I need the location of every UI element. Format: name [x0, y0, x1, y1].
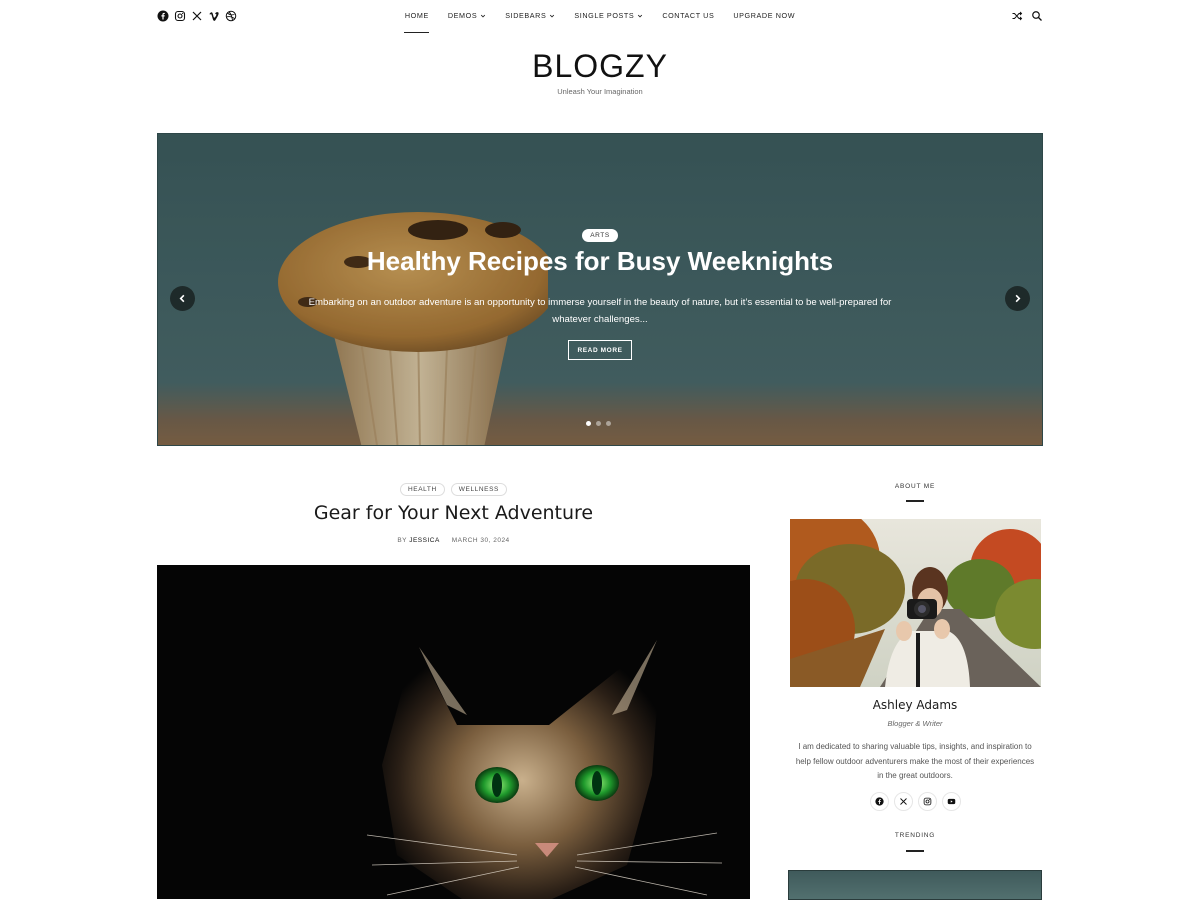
nav-single-posts[interactable]: Single Posts	[565, 11, 653, 20]
post-featured-image[interactable]	[157, 565, 750, 899]
chevron-down-icon	[550, 14, 555, 18]
trending-widget-title: TRENDING	[894, 832, 936, 839]
youtube-icon	[947, 798, 956, 805]
slider-prev-button[interactable]	[170, 286, 195, 311]
author-social-links	[870, 792, 961, 811]
hero-category-badge[interactable]: ARTS	[582, 229, 618, 242]
hero-excerpt: Embarking on an outdoor adventure is an …	[308, 297, 892, 325]
widget-divider	[906, 850, 924, 852]
cat-image	[157, 565, 750, 899]
author-facebook-link[interactable]	[870, 792, 889, 811]
nav-label: Sidebars	[505, 11, 547, 20]
post-meta: BY JESSICA MARCH 30, 2024	[157, 537, 750, 544]
site-logo[interactable]: BLOGZY	[0, 48, 1200, 85]
chevron-left-icon	[179, 294, 185, 303]
post-author[interactable]: JESSICA	[409, 537, 439, 544]
x-icon	[900, 798, 907, 805]
slider-dot[interactable]	[596, 421, 601, 426]
nav-home[interactable]: Home	[395, 11, 438, 33]
search-icon[interactable]	[1031, 10, 1043, 22]
author-x-link[interactable]	[894, 792, 913, 811]
author-youtube-link[interactable]	[942, 792, 961, 811]
author-instagram-link[interactable]	[918, 792, 937, 811]
nav-demos[interactable]: Demos	[438, 11, 495, 20]
photographer-image	[790, 519, 1041, 687]
chevron-down-icon	[638, 14, 643, 18]
nav-upgrade-now[interactable]: Upgrade Now	[724, 11, 805, 20]
post-categories: HEALTH WELLNESS	[157, 483, 750, 496]
nav-label: Contact Us	[662, 11, 715, 20]
slider-dot[interactable]	[586, 421, 591, 426]
slider-dots	[586, 421, 611, 426]
category-badge-health[interactable]: HEALTH	[400, 483, 445, 496]
nav-label: Upgrade Now	[733, 11, 796, 20]
slider-next-button[interactable]	[1005, 286, 1030, 311]
site-tagline: Unleash Your Imagination	[557, 87, 643, 96]
facebook-icon	[875, 797, 884, 806]
chevron-right-icon	[1015, 294, 1021, 303]
hero-title[interactable]: Healthy Recipes for Busy Weeknights	[158, 246, 1042, 277]
nav-sidebars[interactable]: Sidebars	[496, 11, 565, 20]
author-name: Ashley Adams	[872, 698, 958, 712]
nav-label: Single Posts	[574, 11, 635, 20]
widget-divider	[906, 500, 924, 502]
post-date: MARCH 30, 2024	[451, 537, 510, 544]
post-title[interactable]: Gear for Your Next Adventure	[157, 502, 750, 524]
nav-contact-us[interactable]: Contact Us	[653, 11, 724, 20]
instagram-icon	[923, 797, 932, 806]
slider-dot[interactable]	[606, 421, 611, 426]
chevron-down-icon	[481, 14, 486, 18]
author-role: Blogger & Writer	[887, 719, 943, 728]
read-more-button[interactable]: READ MORE	[568, 340, 632, 360]
shuffle-icon[interactable]	[1011, 10, 1023, 22]
nav-label: Home	[404, 11, 429, 20]
trending-post-image[interactable]	[788, 870, 1042, 900]
category-badge-wellness[interactable]: WELLNESS	[450, 483, 507, 496]
post-meta-by: BY	[397, 537, 407, 544]
hero-slider: ARTS Healthy Recipes for Busy Weeknights…	[157, 133, 1043, 446]
about-widget-title: ABOUT ME	[894, 483, 936, 490]
hero-overlay	[158, 134, 1042, 445]
header-tools	[1011, 10, 1043, 22]
top-bar: Home Demos Sidebars Single Posts Contact…	[0, 0, 1200, 34]
nav-label: Demos	[447, 11, 478, 20]
author-photo	[790, 519, 1041, 687]
author-bio: I am dedicated to sharing valuable tips,…	[795, 742, 1035, 781]
